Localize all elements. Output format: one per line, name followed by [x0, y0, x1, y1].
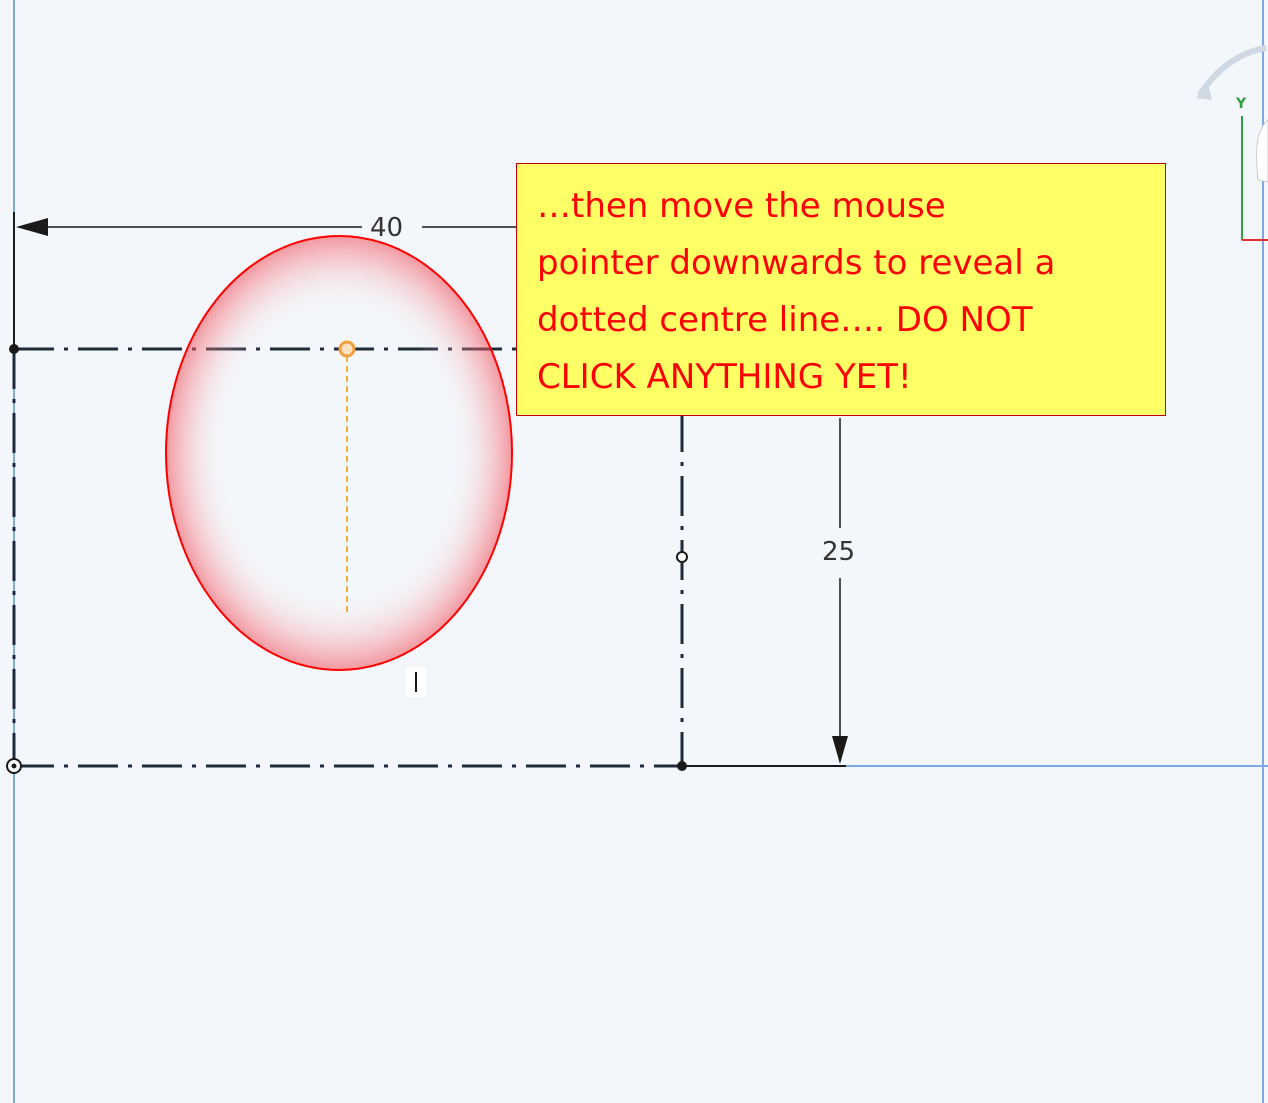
highlight-ellipse [165, 235, 513, 671]
origin-point[interactable] [6, 758, 22, 774]
callout-text: …then move the mouse pointer downwards t… [537, 186, 1056, 397]
sketch-canvas[interactable]: Y 40 25 …then move the mouse pointer dow… [0, 0, 1268, 1103]
hover-point[interactable] [338, 340, 356, 358]
rotate-arrow-icon[interactable] [1197, 45, 1267, 97]
y-axis-letter: Y [1235, 96, 1247, 112]
view-cube[interactable]: Y [1196, 45, 1268, 241]
instruction-callout: …then move the mouse pointer downwards t… [516, 163, 1166, 416]
text-cursor-icon [406, 667, 426, 697]
vertical-dimension[interactable]: 25 [682, 418, 855, 767]
midpoint-right-edge[interactable] [676, 551, 688, 563]
vertical-dimension-value[interactable]: 25 [822, 537, 855, 567]
horizontal-dimension-value[interactable]: 40 [370, 213, 403, 243]
